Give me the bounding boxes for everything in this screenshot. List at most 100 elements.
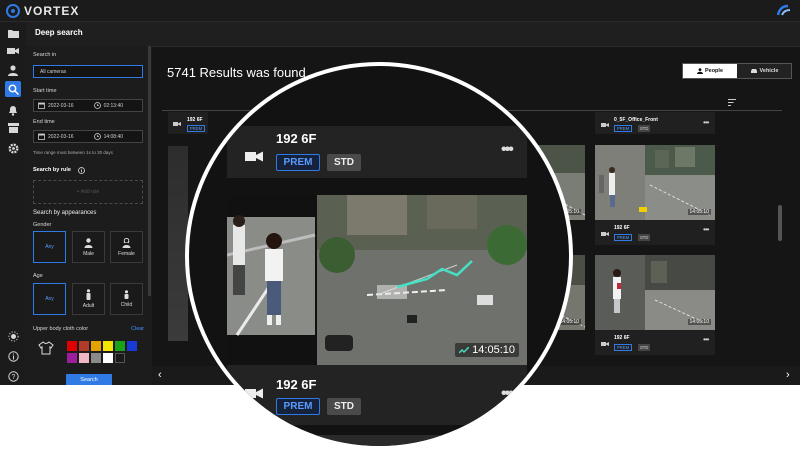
color-swatch-blue[interactable] [127,341,137,351]
svg-text:?: ? [11,374,15,381]
color-swatch-red[interactable] [67,341,77,351]
color-swatch-yellow[interactable] [103,341,113,351]
archive-icon[interactable] [5,120,21,136]
magnifier-lens: 192 6F PREM STD ••• 14:05:10 192 6F PREM… [185,62,573,450]
camera-icon[interactable] [5,43,21,59]
upper-color-label: Upper body cloth color [33,326,89,332]
card-camera-name: 192 6F [614,335,630,341]
zoomed-card-footer: 192 6F PREM STD ••• [227,365,527,425]
camera-icon [601,123,609,127]
page-title: Deep search [35,28,83,37]
color-swatch-purple[interactable] [67,353,77,363]
filter-panel-scrollbar[interactable] [148,46,151,296]
std-badge: STD [638,234,651,241]
prem-badge: PREM [614,344,633,351]
age-adult-label: Adult [82,303,95,309]
logo-mark-icon [6,3,20,18]
clock-icon [93,102,101,109]
vortex-swirl-icon[interactable] [776,3,792,17]
gender-any-option[interactable]: Any [33,231,66,263]
adult-icon [86,289,91,300]
help-icon[interactable]: ? [5,368,21,384]
gear-icon[interactable] [5,140,21,156]
result-card[interactable]: 14:05:10 192 6F PREM STD ••• [595,145,715,245]
search-button[interactable]: Search [66,374,112,385]
gender-male-option[interactable]: Male [72,231,105,263]
more-options-icon[interactable]: ••• [703,225,709,234]
info-icon[interactable] [5,348,21,364]
end-time: 14:08:40 [103,133,124,140]
more-options-icon[interactable]: ••• [501,385,514,403]
gender-label: Gender [33,222,52,228]
color-swatch-orange[interactable] [91,341,101,351]
next-page-icon[interactable]: › [786,369,790,381]
timestamp: 14:05:10 [687,319,711,325]
camera-icon [601,232,609,236]
people-tab[interactable]: People [683,64,737,78]
calendar-icon [38,102,45,109]
nav-rail: ? [0,22,27,385]
gender-male-label: Male [83,250,94,257]
sun-icon[interactable] [5,328,21,344]
age-label: Age [33,273,43,279]
prem-badge: PREM [614,234,633,241]
logo: VORTEX [6,3,79,18]
timestamp: 14:05:10 [687,209,711,215]
search-by-rule-label: Search by rule [33,167,71,173]
zoomed-prem-badge-top: PREM [276,154,320,171]
camera-icon [601,342,609,346]
color-swatch-brown[interactable] [79,341,89,351]
brand-name: VORTEX [24,3,80,18]
std-badge: STD [638,344,651,351]
color-swatch-green[interactable] [115,341,125,351]
shirt-icon [38,341,54,355]
filter-panel: Search in All cameras Start time 2022-03… [26,46,152,385]
vehicle-tab-label: Vehicle [759,68,779,74]
zoomed-prem-badge: PREM [276,398,320,415]
person-icon[interactable] [5,62,21,78]
camera-select[interactable]: All cameras [33,65,143,78]
sort-icon[interactable] [728,99,736,106]
info-icon[interactable] [78,167,85,174]
prev-page-icon[interactable]: ‹ [158,369,162,381]
result-card[interactable]: 14:05:10 192 6F PREM STD ••• [595,255,715,355]
more-options-icon[interactable]: ••• [703,335,709,344]
zoomed-thumbnail: 14:05:10 [227,195,527,365]
zoomed-camera-name-bottom: 192 6F [276,377,317,392]
gender-female-label: Female [118,250,135,257]
vehicle-tab[interactable]: Vehicle [737,64,791,78]
add-rule-button[interactable]: + Add rule [33,180,143,204]
bell-icon[interactable] [5,102,21,118]
age-any-label: Any [45,296,54,302]
zoomed-card-header-top: 192 6F PREM STD ••• [227,126,527,178]
more-options-icon[interactable]: ••• [703,118,709,127]
color-swatch-pink[interactable] [79,353,89,363]
search-by-appearances-label: Search by appearances [33,210,97,216]
end-datetime-field[interactable]: 2022-03-16 14:08:40 [33,130,143,143]
prem-badge: PREM [614,125,633,132]
age-child-option[interactable]: Child [110,283,143,315]
top-bar: VORTEX [0,0,800,22]
time-range-hint: Time range must between 1s to 30 days [33,150,113,155]
age-any-option[interactable]: Any [33,283,66,315]
clear-colors-link[interactable]: Clear [131,326,144,332]
car-icon [750,69,757,73]
folder-icon[interactable] [5,25,21,41]
color-swatch-gray[interactable] [91,353,101,363]
age-adult-option[interactable]: Adult [72,283,105,315]
color-swatch-black[interactable] [115,353,125,363]
results-scrollbar[interactable] [778,205,782,241]
deep-search-icon[interactable] [5,81,21,97]
calendar-icon [38,133,45,140]
camera-icon [245,388,263,399]
result-card[interactable]: 0_5F_Office_Front PREM STD ••• [595,112,715,134]
start-datetime-field[interactable]: 2022-03-16 02:13:40 [33,99,143,112]
zoomed-std-badge: STD [327,398,361,415]
zoomed-timestamp: 14:05:10 [455,343,519,357]
gender-female-option[interactable]: Female [110,231,143,263]
age-child-label: Child [120,302,133,308]
motion-trend-icon [459,346,470,353]
color-swatch-white[interactable] [103,353,113,363]
search-button-label: Search [80,376,98,383]
more-options-icon[interactable]: ••• [501,141,514,159]
